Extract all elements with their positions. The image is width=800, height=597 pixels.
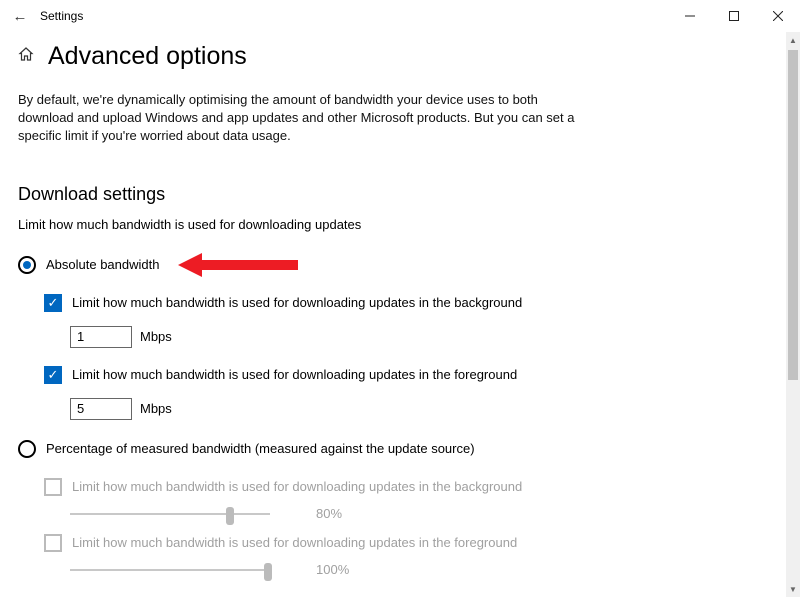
percentage-bg-check-label: Limit how much bandwidth is used for dow… [72,479,522,494]
title-bar: ← Settings [0,0,800,32]
percentage-fg-check-row: Limit how much bandwidth is used for dow… [44,534,578,552]
radio-percentage-bandwidth[interactable] [18,440,36,458]
percentage-fg-check-label: Limit how much bandwidth is used for dow… [72,535,517,550]
absolute-bg-unit: Mbps [140,329,172,344]
absolute-bandwidth-option: Absolute bandwidth ✓ Limit how much band… [18,256,578,420]
window-title: Settings [40,9,83,23]
absolute-fg-input-row: Mbps [70,398,578,420]
home-icon[interactable] [18,46,34,67]
percentage-bandwidth-label: Percentage of measured bandwidth (measur… [46,441,475,456]
checkbox-limit-bg-absolute[interactable]: ✓ [44,294,62,312]
absolute-fg-input[interactable] [70,398,132,420]
absolute-fg-block: ✓ Limit how much bandwidth is used for d… [44,366,578,420]
percentage-bg-check-row: Limit how much bandwidth is used for dow… [44,478,578,496]
content-area: By default, we're dynamically optimising… [18,91,578,580]
absolute-fg-check-label: Limit how much bandwidth is used for dow… [72,367,517,382]
percentage-bg-slider [70,504,270,524]
scrollbar-thumb[interactable] [788,50,798,380]
absolute-bg-check-label: Limit how much bandwidth is used for dow… [72,295,522,310]
percentage-fg-block: Limit how much bandwidth is used for dow… [44,534,578,580]
radio-absolute-bandwidth[interactable] [18,256,36,274]
page-title: Advanced options [48,42,247,71]
checkbox-limit-fg-absolute[interactable]: ✓ [44,366,62,384]
window-controls [668,0,800,32]
absolute-bandwidth-label: Absolute bandwidth [46,257,159,272]
page-header: Advanced options [18,42,800,71]
percentage-fg-slider-row: 100% [70,560,578,580]
absolute-fg-unit: Mbps [140,401,172,416]
scroll-down-button[interactable]: ▼ [786,581,800,597]
absolute-bg-block: ✓ Limit how much bandwidth is used for d… [44,294,578,348]
absolute-fg-check-row[interactable]: ✓ Limit how much bandwidth is used for d… [44,366,578,384]
percentage-bandwidth-radio-row[interactable]: Percentage of measured bandwidth (measur… [18,440,578,458]
percentage-fg-slider [70,560,270,580]
back-button[interactable]: ← [0,8,40,25]
annotation-arrow-icon [178,250,298,280]
percentage-bg-value: 80% [316,506,342,521]
close-button[interactable] [756,0,800,32]
download-settings-heading: Download settings [18,184,578,205]
minimize-button[interactable] [668,0,712,32]
scroll-up-button[interactable]: ▲ [786,32,800,48]
percentage-bandwidth-option: Percentage of measured bandwidth (measur… [18,440,578,580]
intro-text: By default, we're dynamically optimising… [18,91,578,146]
absolute-bg-check-row[interactable]: ✓ Limit how much bandwidth is used for d… [44,294,578,312]
absolute-bandwidth-radio-row[interactable]: Absolute bandwidth [18,256,578,274]
absolute-bg-input[interactable] [70,326,132,348]
vertical-scrollbar[interactable]: ▲ ▼ [786,32,800,597]
percentage-bg-block: Limit how much bandwidth is used for dow… [44,478,578,524]
download-settings-subtext: Limit how much bandwidth is used for dow… [18,217,578,232]
percentage-fg-value: 100% [316,562,349,577]
checkbox-limit-bg-percentage [44,478,62,496]
checkbox-limit-fg-percentage [44,534,62,552]
percentage-bg-slider-row: 80% [70,504,578,524]
maximize-button[interactable] [712,0,756,32]
absolute-bg-input-row: Mbps [70,326,578,348]
